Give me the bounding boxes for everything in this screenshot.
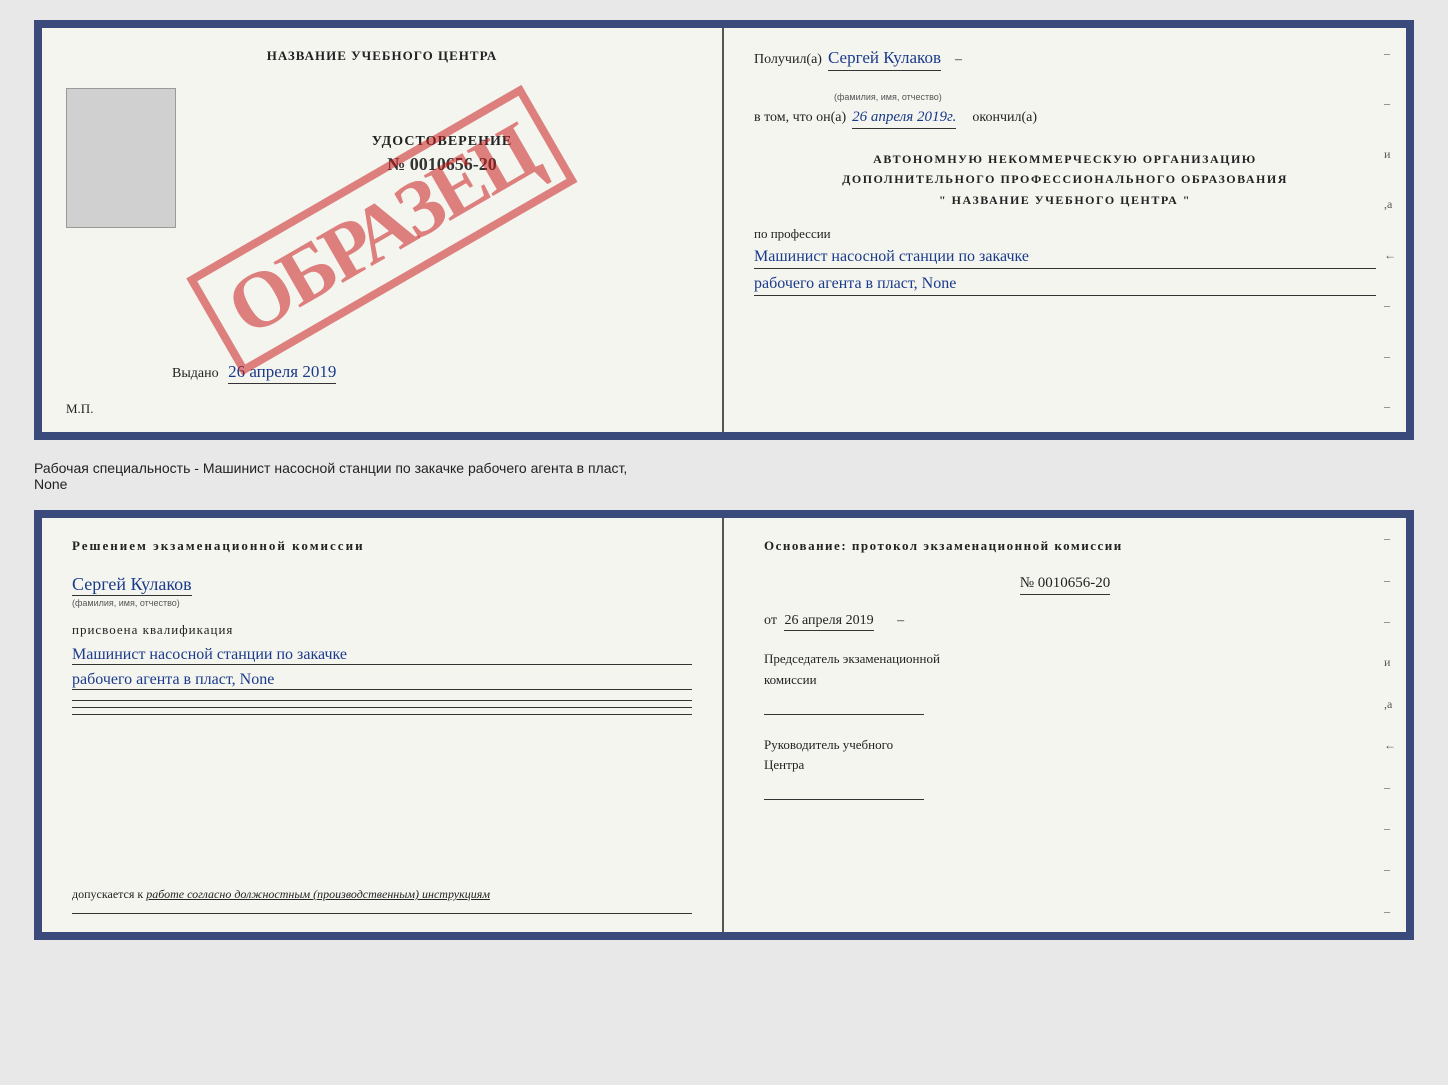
- predsedatel-sign-line: [764, 695, 924, 715]
- mp-line: М.П.: [66, 401, 93, 417]
- top-left-panel: НАЗВАНИЕ УЧЕБНОГО ЦЕНТРА ОБРАЗЕЦ УДОСТОВ…: [42, 28, 724, 432]
- rukovoditel-block: Руководитель учебного Центра: [764, 735, 1366, 801]
- between-line2: None: [34, 476, 1414, 492]
- dopuskaetsya-line: допускается к работе согласно должностны…: [72, 887, 490, 902]
- bottom-document: Решением экзаменационной комиссии Сергей…: [34, 510, 1414, 940]
- rukovoditel-label: Руководитель учебного: [764, 735, 1366, 756]
- ot-date: от 26 апреля 2019 –: [764, 613, 1366, 629]
- bottom-left-panel: Решением экзаменационной комиссии Сергей…: [42, 518, 724, 932]
- rukovoditel-label2: Центра: [764, 755, 1366, 776]
- org-block: АВТОНОМНУЮ НЕКОММЕРЧЕСКУЮ ОРГАНИЗАЦИЮ ДО…: [754, 149, 1376, 210]
- qual-line1: Машинист насосной станции по закачке: [72, 646, 692, 665]
- udostoverenie-number: № 0010656-20: [372, 154, 512, 175]
- top-center-title: НАЗВАНИЕ УЧЕБНОГО ЦЕНТРА: [267, 48, 498, 64]
- poluchil-name: Сергей Кулаков: [828, 48, 941, 71]
- vydano-line: Выдано 26 апреля 2019: [172, 362, 336, 382]
- qual-line2: рабочего агента в пласт, None: [72, 671, 692, 690]
- v-tom-line: в том, что он(а) 26 апреля 2019г. окончи…: [754, 109, 1376, 129]
- obrazets-watermark: ОБРАЗЕЦ: [186, 85, 577, 376]
- resheniem-title: Решением экзаменационной комиссии: [72, 538, 692, 554]
- udostoverenie-title: УДОСТОВЕРЕНИЕ: [372, 134, 512, 150]
- predsedatel-label: Председатель экзаменационной: [764, 649, 1366, 670]
- protocol-number: № 0010656-20: [1020, 575, 1111, 595]
- poluchil-label: Получил(а): [754, 52, 822, 68]
- predsedatel-block: Председатель экзаменационной комиссии: [764, 649, 1366, 715]
- org-line1: АВТОНОМНУЮ НЕКОММЕРЧЕСКУЮ ОРГАНИЗАЦИЮ: [754, 149, 1376, 169]
- hr3: [72, 714, 692, 715]
- vydano-date: 26 апреля 2019: [228, 362, 336, 384]
- hr2: [72, 707, 692, 708]
- predsedatel-label2: комиссии: [764, 670, 1366, 691]
- udostoverenie-block: УДОСТОВЕРЕНИЕ № 0010656-20: [372, 134, 512, 175]
- profession-line1: Машинист насосной станции по закачке: [754, 248, 1376, 269]
- okonchil-label: окончил(а): [972, 110, 1037, 126]
- bottom-name: Сергей Кулаков: [72, 574, 192, 596]
- po-professii-label: по профессии: [754, 226, 1376, 242]
- fio-hint: (фамилия, имя, отчество): [834, 92, 942, 102]
- dopuskaetsya-label: допускается к: [72, 887, 143, 901]
- right-dashes-bottom: – – – и ,а ← – – – –: [1384, 518, 1396, 932]
- top-document: НАЗВАНИЕ УЧЕБНОГО ЦЕНТРА ОБРАЗЕЦ УДОСТОВ…: [34, 20, 1414, 440]
- osnovanie-title: Основание: протокол экзаменационной коми…: [764, 538, 1366, 554]
- rukovoditel-sign-line: [764, 780, 924, 800]
- poluchil-line: Получил(а) Сергей Кулаков –: [754, 48, 1376, 71]
- top-right-panel: Получил(а) Сергей Кулаков – (фамилия, им…: [724, 28, 1406, 432]
- bottom-right-panel: Основание: протокол экзаменационной коми…: [724, 518, 1406, 932]
- v-tom-label: в том, что он(а): [754, 110, 846, 126]
- bottom-left-lines: [72, 700, 692, 715]
- dopuskaetsya-rest: работе согласно должностным (производств…: [146, 887, 490, 901]
- prisvoena-label: присвоена квалификация: [72, 622, 692, 638]
- org-line2: ДОПОЛНИТЕЛЬНОГО ПРОФЕССИОНАЛЬНОГО ОБРАЗО…: [754, 169, 1376, 189]
- bottom-date: 26 апреля 2019: [784, 613, 873, 631]
- between-line1: Рабочая специальность - Машинист насосно…: [34, 460, 1414, 476]
- bottom-fio-hint: (фамилия, имя, отчество): [72, 598, 692, 608]
- profession-line2: рабочего агента в пласт, None: [754, 275, 1376, 296]
- between-text: Рабочая специальность - Машинист насосно…: [34, 456, 1414, 494]
- right-dashes: – – и ,а ← – – –: [1384, 28, 1396, 432]
- completion-date: 26 апреля 2019г.: [852, 109, 956, 129]
- hr-bottom: [72, 913, 692, 914]
- vydano-label: Выдано: [172, 366, 219, 381]
- org-line3: " НАЗВАНИЕ УЧЕБНОГО ЦЕНТРА ": [754, 190, 1376, 210]
- ot-label: от: [764, 613, 777, 628]
- hr1: [72, 700, 692, 701]
- photo-box: [66, 88, 176, 228]
